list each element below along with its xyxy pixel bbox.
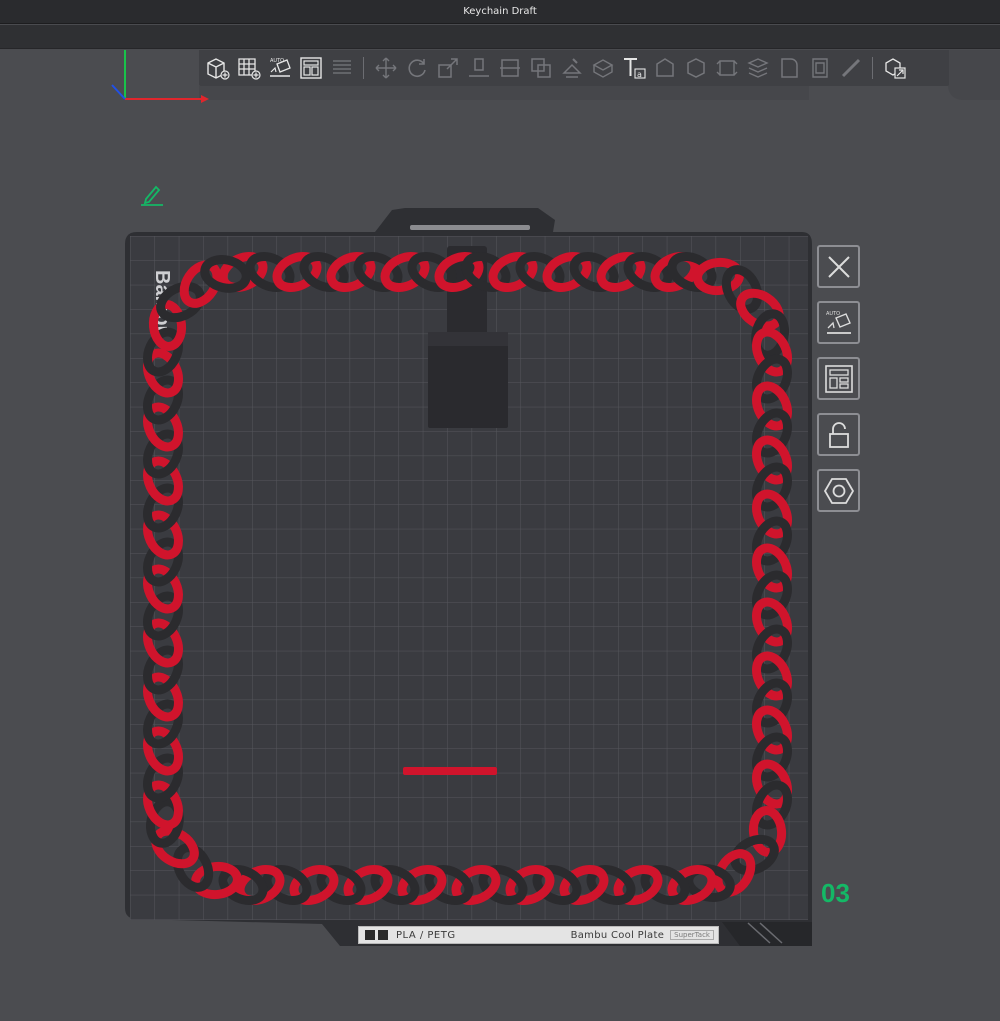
svg-text:AUTO: AUTO <box>826 311 840 317</box>
plate-side-toolbar: AUTO <box>817 245 860 512</box>
red-bar-part <box>403 767 497 775</box>
qr-code-icon <box>365 930 375 940</box>
unlock-icon <box>828 421 849 448</box>
plate-type: Bambu Cool Plate <box>570 929 665 941</box>
window-title: Keychain Draft <box>463 6 537 17</box>
arrange-plate-button[interactable] <box>817 357 860 400</box>
close-icon <box>827 255 850 278</box>
plate-info-label: PLA / PETG Bambu Cool Plate SuperTack <box>358 926 719 944</box>
plate-material: PLA / PETG <box>396 929 456 941</box>
plate-number: 03 <box>821 878 850 908</box>
auto-orient-icon: AUTO <box>826 311 851 334</box>
arrange-icon <box>824 364 853 393</box>
auto-orient-plate-button[interactable]: AUTO <box>817 301 860 344</box>
plate-surface-tag: SuperTack <box>670 930 714 940</box>
menu-bar <box>0 25 1000 49</box>
plate-handle <box>410 225 530 230</box>
lock-plate-button[interactable] <box>817 413 860 456</box>
build-plate[interactable]: Bambu <box>0 50 1000 1021</box>
plate-settings-button[interactable] <box>817 469 860 512</box>
3d-viewport[interactable]: AUTO a Bambu AUTO 03 PLA / PETG Bambu Co… <box>0 50 1000 1021</box>
delete-plate-button[interactable] <box>817 245 860 288</box>
title-bar: Keychain Draft <box>0 0 1000 24</box>
settings-hex-icon <box>823 477 854 504</box>
qr-code-icon <box>378 930 388 940</box>
